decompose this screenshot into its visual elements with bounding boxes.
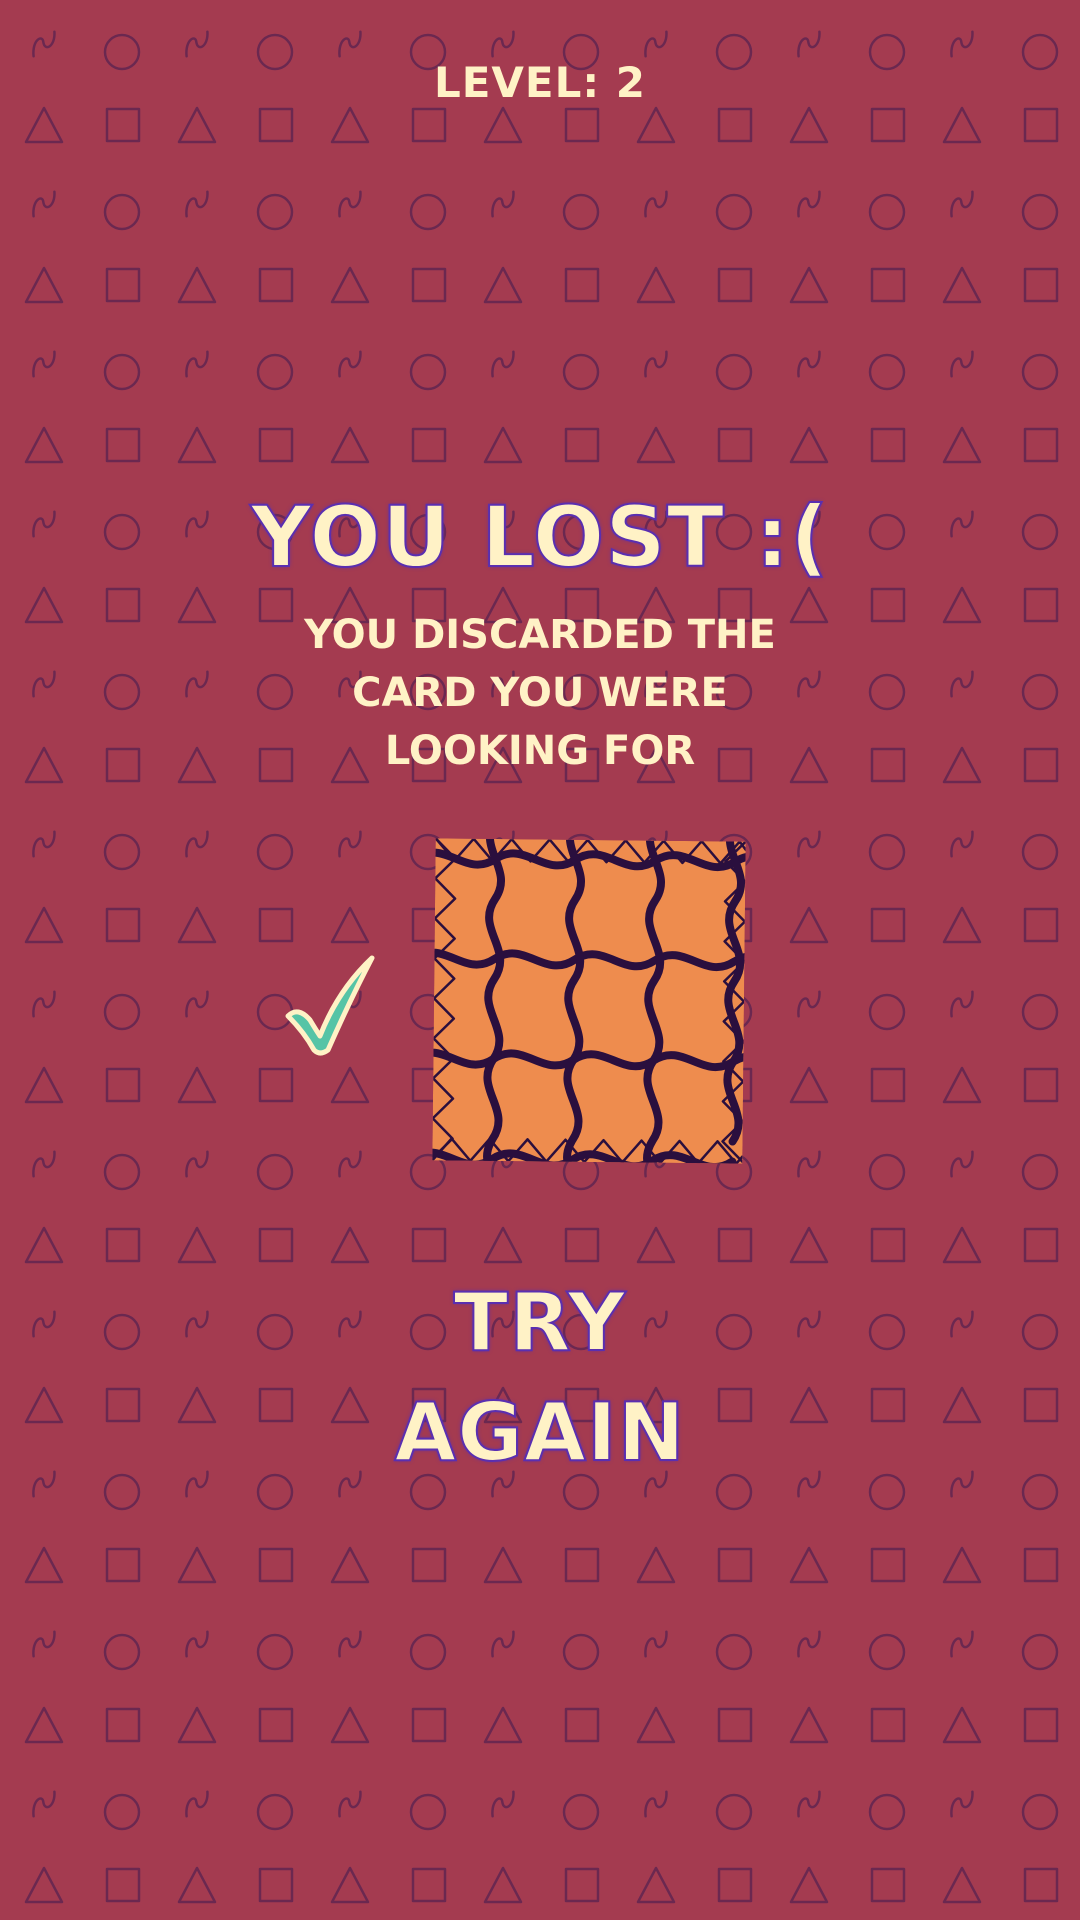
result-title: YOU LOST :( [250, 487, 830, 587]
checkmark-icon [285, 955, 375, 1056]
result-message: YOU DISCARDED THE CARD YOU WERE LOOKING … [304, 612, 776, 774]
card-background [432, 838, 746, 1164]
level-indicator: LEVEL: 2 [433, 58, 647, 107]
target-card [432, 838, 746, 1164]
try-again-button[interactable]: TRY AGAIN [300, 1268, 780, 1480]
